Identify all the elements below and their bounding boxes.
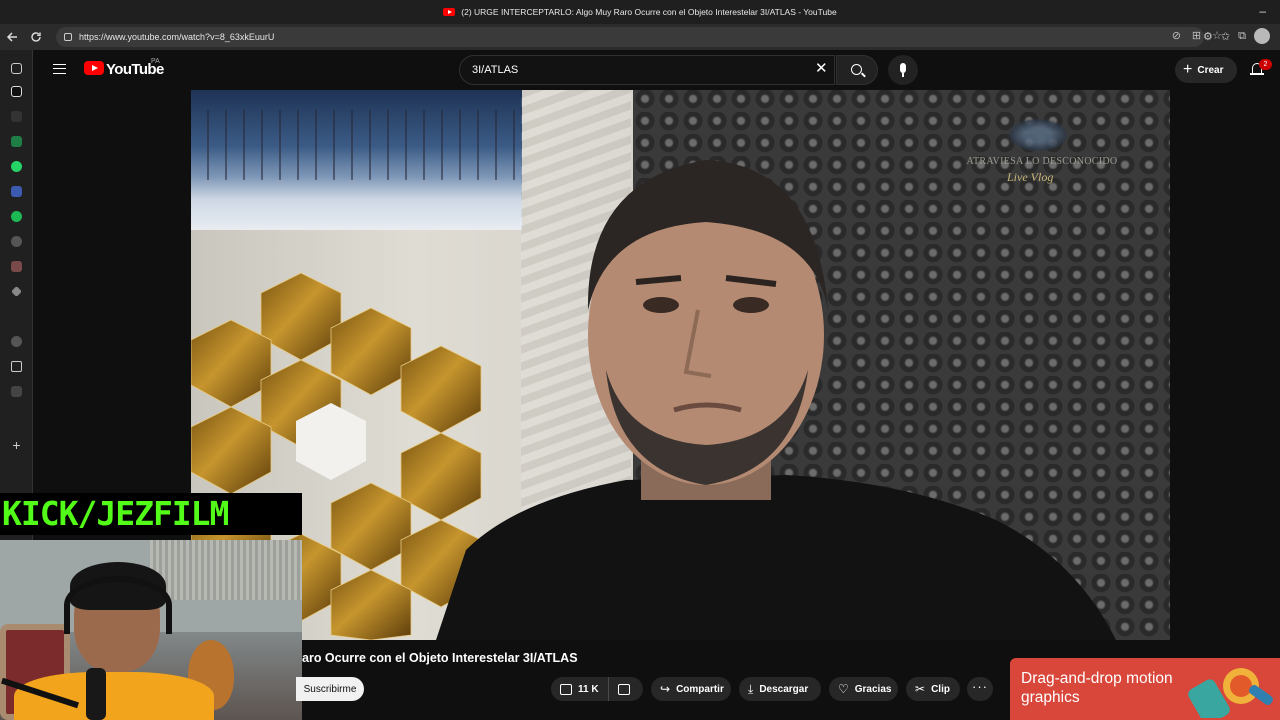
ad-illustration <box>1188 668 1273 718</box>
watermark-title: ATRAVIESA LO DESCONOCIDO <box>966 156 1118 167</box>
app-icon[interactable] <box>11 386 22 397</box>
channel-watermark: ATRAVIESA LO DESCONOCIDO Live Vlog <box>947 118 1137 188</box>
thanks-label: Gracias <box>854 683 892 695</box>
search-button[interactable] <box>836 55 878 85</box>
download-button[interactable]: ⤓ Descargar <box>739 677 821 701</box>
more-actions-button[interactable]: ··· <box>967 677 993 701</box>
url-text: https://www.youtube.com/watch?v=8_63xkEu… <box>79 32 275 42</box>
youtube-logo-icon[interactable] <box>84 61 104 75</box>
translate-icon[interactable]: ⊘ <box>1172 29 1181 42</box>
thanks-button[interactable]: ♡ Gracias <box>829 677 898 701</box>
add-icon[interactable]: + <box>11 438 22 452</box>
app-icon[interactable] <box>11 261 22 272</box>
share-arrow-icon: ↪ <box>660 682 671 696</box>
microphone-icon <box>900 63 906 77</box>
streamer-webcam <box>0 540 302 720</box>
app-icon[interactable] <box>11 286 22 297</box>
ad-text: Drag-and-drop motion graphics <box>1021 670 1173 706</box>
share-button[interactable]: ↪ Compartir <box>651 677 731 701</box>
whatsapp-icon[interactable] <box>11 161 22 172</box>
like-count: 11 K <box>578 683 599 695</box>
video-title: aro Ocurre con el Objeto Interestelar 3I… <box>302 651 578 665</box>
eye-logo-icon <box>1007 118 1069 152</box>
spotify-icon[interactable] <box>11 211 22 222</box>
window-title-bar: (2) URGE INTERCEPTARLO: Algo Muy Raro Oc… <box>0 0 1280 24</box>
profile-avatar[interactable] <box>1254 28 1270 44</box>
scissors-icon: ✂ <box>915 682 926 696</box>
super-thanks-icon: ♡ <box>838 682 849 696</box>
notification-badge: 2 <box>1259 59 1272 70</box>
app-icon[interactable] <box>11 186 22 197</box>
reload-icon <box>31 32 41 42</box>
video-speaker-person <box>436 160 1116 640</box>
window-title: (2) URGE INTERCEPTARLO: Algo Muy Raro Oc… <box>461 7 837 17</box>
voice-search-button[interactable] <box>888 55 918 85</box>
download-icon: ⤓ <box>748 681 754 696</box>
favorites-icon[interactable]: ✩ <box>1221 30 1230 43</box>
kick-channel-overlay: KICK/JEZFILM <box>0 493 302 535</box>
watermark-subtitle: Live Vlog <box>1007 170 1054 184</box>
create-button[interactable]: + Crear <box>1175 57 1237 83</box>
like-dislike-group: 11 K <box>551 677 643 701</box>
subscribe-button[interactable]: Suscribirme <box>296 677 364 701</box>
tabs-icon[interactable] <box>11 63 22 74</box>
extensions-area: ⚙ ✩ ⧉ <box>1203 28 1270 44</box>
menu-icon[interactable] <box>53 64 66 74</box>
youtube-header: YouTube PA 3I/ATLAS ✕ + Crear 2 <box>33 50 1280 90</box>
create-label: Crear <box>1197 64 1224 76</box>
search-icon <box>851 64 862 75</box>
clip-button[interactable]: ✂ Clip <box>906 677 960 701</box>
tiktok-icon[interactable] <box>11 86 22 97</box>
back-button[interactable] <box>0 25 24 49</box>
plus-icon: + <box>1183 61 1193 78</box>
download-label: Descargar <box>759 683 809 695</box>
collections-icon[interactable]: ⧉ <box>1238 30 1246 43</box>
like-button[interactable]: 11 K <box>551 677 609 701</box>
clear-search-icon[interactable]: ✕ <box>815 61 828 77</box>
address-bar[interactable]: https://www.youtube.com/watch?v=8_63xkEu… <box>56 27 1204 47</box>
app-icon[interactable] <box>11 336 22 347</box>
app-icon[interactable] <box>11 236 22 247</box>
share-label: Compartir <box>676 683 724 695</box>
extension-icon[interactable]: ⚙ <box>1203 30 1213 43</box>
clip-label: Clip <box>931 683 950 695</box>
ad-banner[interactable]: Drag-and-drop motion graphics <box>1010 658 1280 720</box>
youtube-favicon-icon <box>443 8 456 16</box>
reader-mode-icon[interactable]: ⊞ <box>1192 29 1201 42</box>
site-info-icon[interactable] <box>64 33 72 41</box>
video-player[interactable]: ATRAVIESA LO DESCONOCIDO Live Vlog <box>191 90 1170 640</box>
dislike-button[interactable] <box>618 683 630 695</box>
arrow-left-icon <box>6 32 17 42</box>
search-input[interactable]: 3I/ATLAS <box>459 55 835 85</box>
thumbs-up-icon <box>560 683 572 695</box>
speaker-icon[interactable] <box>11 361 22 372</box>
reload-button[interactable] <box>24 25 48 49</box>
country-code: PA <box>151 58 160 65</box>
search-value: 3I/ATLAS <box>472 64 519 76</box>
excel-icon[interactable] <box>11 136 22 147</box>
minimize-button[interactable]: – <box>1259 4 1266 18</box>
tiktok-icon[interactable] <box>11 111 22 122</box>
browser-toolbar: https://www.youtube.com/watch?v=8_63xkEu… <box>0 24 1280 50</box>
